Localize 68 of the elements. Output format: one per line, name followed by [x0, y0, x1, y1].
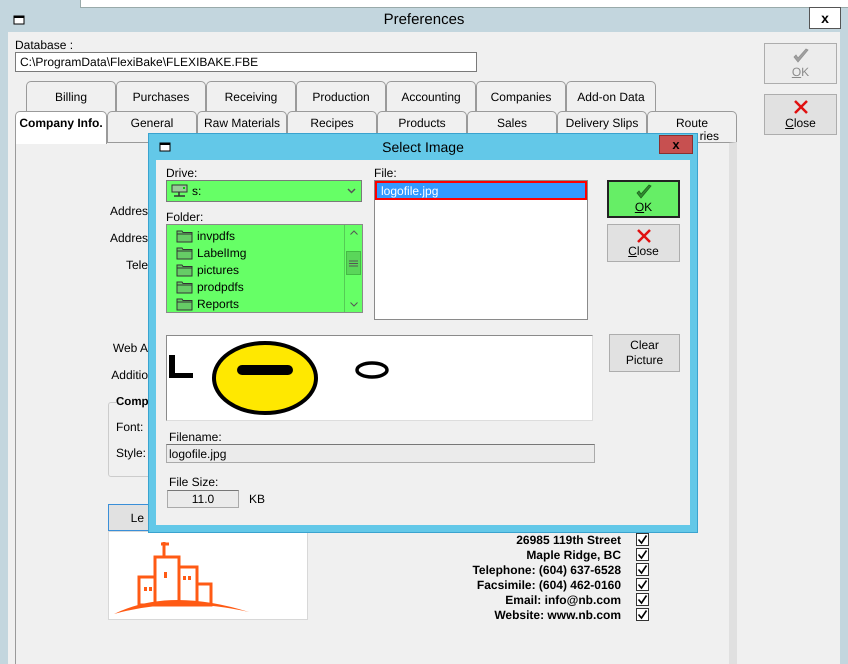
tab[interactable]: Companies [476, 81, 566, 112]
window-icon [159, 142, 172, 152]
dialog-title: Select Image [382, 139, 464, 155]
header-line: 26985 119th Street [516, 532, 621, 546]
chevron-up-icon[interactable] [350, 230, 358, 235]
close-button[interactable]: x [659, 135, 693, 154]
window-title: Preferences [384, 11, 464, 28]
header-line: Maple Ridge, BC [526, 548, 621, 562]
chevron-down-icon [347, 188, 356, 194]
header-line: Facsimile: (604) 462-0160 [476, 578, 621, 592]
file-size-field[interactable]: 11.0 [167, 490, 239, 508]
tab[interactable]: Receiving [206, 81, 296, 112]
field-label: Font: [116, 420, 144, 434]
tab[interactable]: Purchases [116, 81, 206, 112]
logo-button[interactable]: Le [108, 504, 150, 531]
filename-label: Filename: [169, 430, 222, 444]
file-size-label: File Size: [169, 475, 218, 489]
database-label: Database : [15, 38, 74, 52]
database-field[interactable]: C:\ProgramData\FlexiBake\FLEXIBAKE.FBE [15, 52, 477, 72]
folder-item[interactable]: LabelImg [176, 244, 344, 261]
checkbox[interactable] [636, 533, 649, 546]
field-label: Addres [110, 230, 148, 247]
checkbox[interactable] [636, 593, 649, 606]
tab[interactable]: Billing [26, 81, 116, 112]
close-icon [792, 99, 808, 115]
file-label: File: [374, 166, 397, 180]
folder-icon [176, 296, 193, 310]
field-label: Web A [112, 340, 148, 357]
folder-icon [176, 228, 193, 242]
folder-icon [176, 280, 193, 294]
checkbox[interactable] [636, 563, 649, 576]
folder-icon [176, 262, 193, 276]
scrollbar[interactable] [344, 225, 362, 312]
folder-item[interactable]: pictures [176, 261, 344, 278]
chevron-down-icon[interactable] [350, 302, 358, 307]
checkbox[interactable] [636, 608, 649, 621]
unit-label: KB [249, 492, 266, 506]
tab[interactable]: Company Info. [15, 111, 107, 144]
folder-item[interactable]: prodpdfs [176, 278, 344, 295]
tab[interactable]: Accounting [386, 81, 476, 112]
field-label: Tele [126, 257, 148, 274]
header-line: Telephone: (604) 637-6528 [472, 562, 621, 576]
ok-button[interactable]: OK [607, 180, 680, 218]
folder-label: Folder: [166, 210, 204, 224]
folder-icon [176, 246, 193, 260]
tab[interactable]: Add-on Data [566, 81, 656, 112]
check-icon [634, 184, 652, 200]
folder-item[interactable]: Reports [176, 295, 344, 312]
close-button[interactable]: Close [764, 94, 837, 135]
grip-icon [349, 260, 358, 266]
folder-item[interactable]: invpdfs [176, 227, 344, 244]
header-line: Email: info@nb.com [505, 592, 621, 606]
filename-field[interactable]: logofile.jpg [166, 444, 595, 463]
window-icon [13, 14, 26, 26]
field-label: Addres [110, 203, 148, 220]
clear-picture-button[interactable]: Clear Picture [609, 334, 680, 372]
checkbox[interactable] [636, 548, 649, 561]
header-line: Website: www.nb.com [494, 608, 621, 622]
drive-dropdown[interactable]: s: [166, 180, 362, 202]
checkbox[interactable] [636, 578, 649, 591]
tab[interactable]: Production [296, 81, 386, 112]
close-button[interactable]: Close [607, 224, 680, 262]
drive-label: Drive: [166, 166, 198, 180]
field-label: Additio [111, 367, 148, 384]
close-button[interactable]: x [809, 7, 841, 29]
close-icon [636, 228, 652, 244]
field-label: Style: [116, 446, 148, 460]
check-icon [792, 48, 810, 64]
